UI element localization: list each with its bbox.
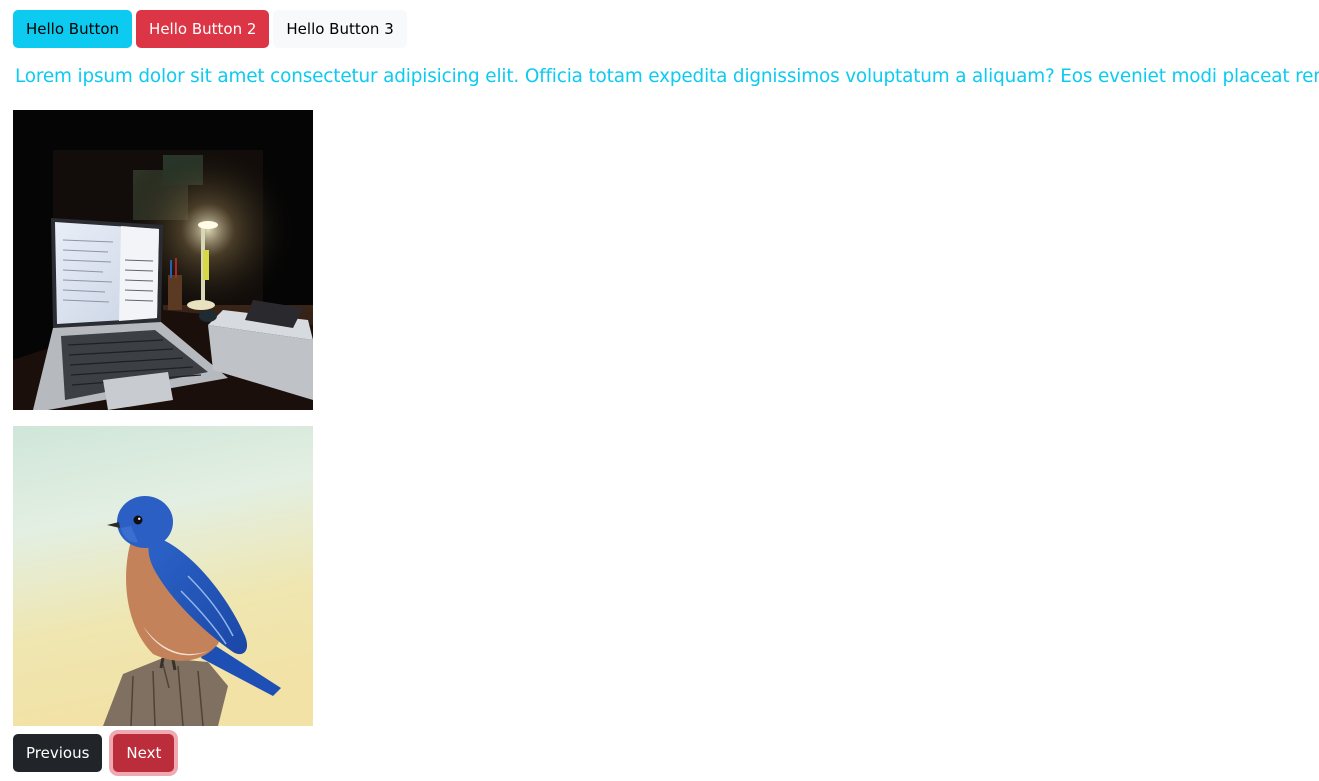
hello-button-2[interactable]: Hello Button 2 [136, 10, 270, 48]
hello-button[interactable]: Hello Button [13, 10, 133, 48]
bluebird-photo [13, 426, 313, 726]
previous-button[interactable]: Previous [13, 734, 103, 772]
pagination-group: Previous Next [13, 734, 175, 772]
lorem-paragraph: Lorem ipsum dolor sit amet consectetur a… [15, 66, 1319, 87]
next-button[interactable]: Next [113, 734, 175, 772]
hello-button-3[interactable]: Hello Button 3 [273, 10, 407, 48]
laptop-desk-photo [13, 110, 313, 410]
page: Hello Button Hello Button 2 Hello Button… [0, 0, 1319, 781]
top-button-group: Hello Button Hello Button 2 Hello Button… [13, 10, 407, 48]
